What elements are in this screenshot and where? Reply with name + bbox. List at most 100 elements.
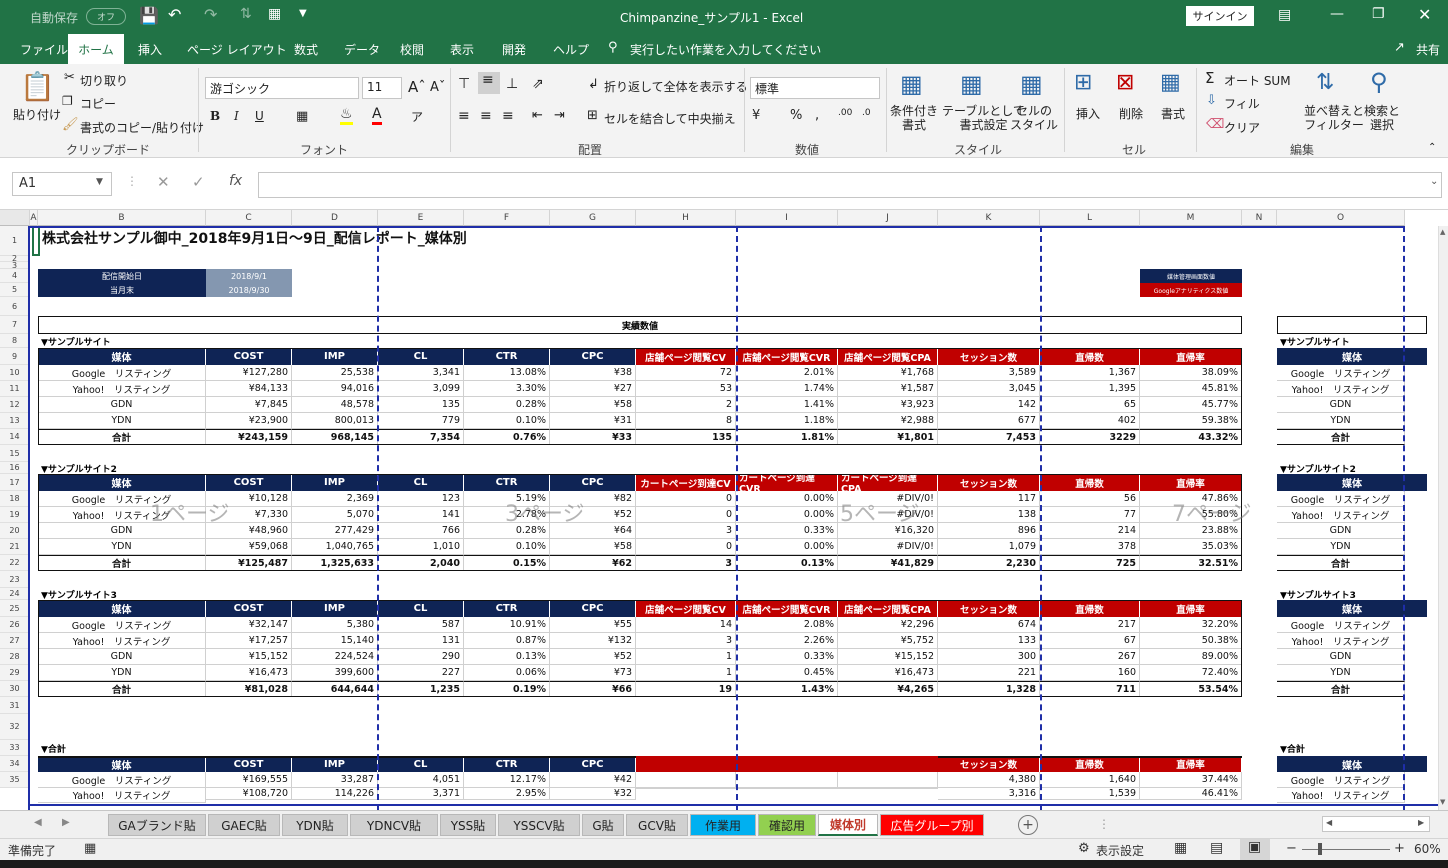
enter-icon[interactable]: ✓ <box>192 173 205 191</box>
save-icon[interactable]: 💾 <box>139 6 159 25</box>
find-select-button[interactable]: 検索と 選択 <box>1364 104 1400 132</box>
phonetic-icon[interactable]: ア <box>411 108 423 125</box>
sheet-tab[interactable]: YSSCV貼 <box>498 814 580 836</box>
row-header[interactable]: 23 <box>0 571 30 588</box>
row-header[interactable]: 22 <box>0 555 30 571</box>
media-cell-right[interactable]: Yahoo! リスティング <box>1277 381 1405 397</box>
sort-asc-icon[interactable]: ⇅ <box>240 6 252 22</box>
qat-table-icon[interactable]: ▦ <box>268 6 281 22</box>
insert-cells-button[interactable]: 挿入 <box>1076 105 1100 122</box>
format-cells-button[interactable]: 書式 <box>1161 105 1185 122</box>
row-header[interactable]: 17 <box>0 474 30 491</box>
clear-button[interactable]: クリア <box>1224 119 1260 136</box>
align-middle-icon[interactable]: ≡ <box>478 72 500 94</box>
signin-button[interactable]: サインイン <box>1186 6 1254 26</box>
row-header[interactable]: 18 <box>0 491 30 507</box>
row-header[interactable]: 31 <box>0 697 30 714</box>
currency-icon[interactable]: ¥ <box>752 108 760 123</box>
column-header-k[interactable]: K <box>938 210 1040 226</box>
sort-filter-button[interactable]: 並べ替えと フィルター <box>1304 104 1364 132</box>
delete-cells-button[interactable]: 削除 <box>1119 105 1143 122</box>
sheet-tab[interactable]: GCV貼 <box>626 814 688 836</box>
value-cell[interactable]: 2.95% <box>464 788 550 800</box>
tab-help[interactable]: ヘルプ <box>553 41 589 58</box>
media-cell-right[interactable]: Google リスティング <box>1277 772 1405 788</box>
zoom-out-icon[interactable]: − <box>1286 841 1297 856</box>
qat-customize-icon[interactable]: ▼ <box>299 8 307 19</box>
value-cell[interactable] <box>636 772 736 788</box>
zoom-in-icon[interactable]: + <box>1394 841 1405 856</box>
tab-view[interactable]: 表示 <box>450 41 474 58</box>
row-header[interactable]: 25 <box>0 600 30 617</box>
column-header-h[interactable]: H <box>636 210 736 226</box>
media-cell-right[interactable]: Google リスティング <box>1277 491 1405 507</box>
formula-input[interactable] <box>258 172 1442 198</box>
fill-button[interactable]: フィル <box>1224 95 1260 112</box>
row-header[interactable]: 29 <box>0 665 30 681</box>
row-header[interactable]: 28 <box>0 649 30 665</box>
row-header[interactable]: 33 <box>0 740 30 756</box>
column-header-c[interactable]: C <box>206 210 292 226</box>
row-header[interactable]: 35 <box>0 772 30 788</box>
row-header[interactable]: 7 <box>0 316 30 334</box>
media-cell-right[interactable]: Yahoo! リスティング <box>1277 507 1405 523</box>
media-cell[interactable]: Google リスティング <box>38 772 206 788</box>
value-cell[interactable] <box>838 772 938 788</box>
find-select-icon[interactable]: ⚲ <box>1370 68 1388 96</box>
restore-icon[interactable]: ❐ <box>1372 6 1385 22</box>
column-header-m[interactable]: M <box>1140 210 1242 226</box>
comma-icon[interactable]: , <box>815 108 819 123</box>
column-header-b[interactable]: B <box>38 210 206 226</box>
media-cell-right[interactable]: YDN <box>1277 539 1405 555</box>
indent-icon[interactable]: ⇥ <box>554 108 565 123</box>
column-header-l[interactable]: L <box>1040 210 1140 226</box>
sheet-tab[interactable]: 確認用 <box>758 814 816 836</box>
media-cell-right[interactable]: Yahoo! リスティング <box>1277 633 1405 649</box>
undo-icon[interactable]: ↶ <box>168 5 181 24</box>
active-cell-a1[interactable] <box>32 226 40 256</box>
underline-icon[interactable]: U <box>255 109 264 123</box>
column-header-f[interactable]: F <box>464 210 550 226</box>
number-format-select[interactable]: 標準 <box>750 77 880 99</box>
conditional-format-button[interactable]: 条件付き 書式 <box>890 104 938 132</box>
insert-cells-icon[interactable]: ⊞ <box>1074 70 1092 95</box>
format-cells-icon[interactable]: ▦ <box>1160 70 1181 95</box>
italic-icon[interactable]: I <box>234 109 239 123</box>
value-cell[interactable]: ¥42 <box>550 772 636 788</box>
normal-view-icon[interactable]: ▦ <box>1174 840 1187 856</box>
display-settings-button[interactable]: 表示設定 <box>1096 842 1144 859</box>
value-cell[interactable]: 46.41% <box>1140 788 1242 800</box>
row-header[interactable]: 9 <box>0 348 30 365</box>
media-cell-right[interactable]: 合計 <box>1277 555 1405 571</box>
value-cell[interactable]: 4,051 <box>378 772 464 788</box>
row-header[interactable]: 30 <box>0 681 30 697</box>
value-cell[interactable] <box>838 788 938 789</box>
column-header-n[interactable]: N <box>1242 210 1277 226</box>
column-header-o[interactable]: O <box>1277 210 1405 226</box>
zoom-slider[interactable] <box>1302 849 1390 850</box>
sheet-tab[interactable]: G貼 <box>582 814 624 836</box>
sheet-tab[interactable]: YSS貼 <box>440 814 496 836</box>
align-top-icon[interactable]: ⊤ <box>458 76 470 92</box>
row-header[interactable]: 6 <box>0 297 30 316</box>
value-cell[interactable]: 1,539 <box>1040 788 1140 800</box>
column-header-g[interactable]: G <box>550 210 636 226</box>
align-left-icon[interactable]: ≡ <box>458 108 470 124</box>
new-sheet-icon[interactable]: + <box>1018 815 1038 835</box>
font-grow-icon[interactable]: Aˆ <box>408 78 426 96</box>
decrease-decimal-icon[interactable]: .0 <box>862 108 871 118</box>
column-header-j[interactable]: J <box>838 210 938 226</box>
value-cell[interactable] <box>636 788 736 789</box>
media-cell-right[interactable]: YDN <box>1277 665 1405 681</box>
tab-insert[interactable]: 挿入 <box>138 41 162 58</box>
row-header[interactable]: 20 <box>0 523 30 539</box>
row-header[interactable]: 3 <box>0 261 30 270</box>
redo-icon[interactable]: ↷ <box>204 5 217 24</box>
value-cell[interactable]: 37.44% <box>1140 772 1242 788</box>
font-size-select[interactable]: 11 <box>362 77 402 99</box>
scroll-down-icon[interactable]: ▼ <box>1440 798 1445 806</box>
horizontal-scrollbar[interactable] <box>1322 816 1430 832</box>
vertical-scrollbar[interactable] <box>1438 226 1448 810</box>
value-cell[interactable]: 3,316 <box>938 788 1040 800</box>
format-as-table-icon[interactable]: ▦ <box>960 70 983 98</box>
